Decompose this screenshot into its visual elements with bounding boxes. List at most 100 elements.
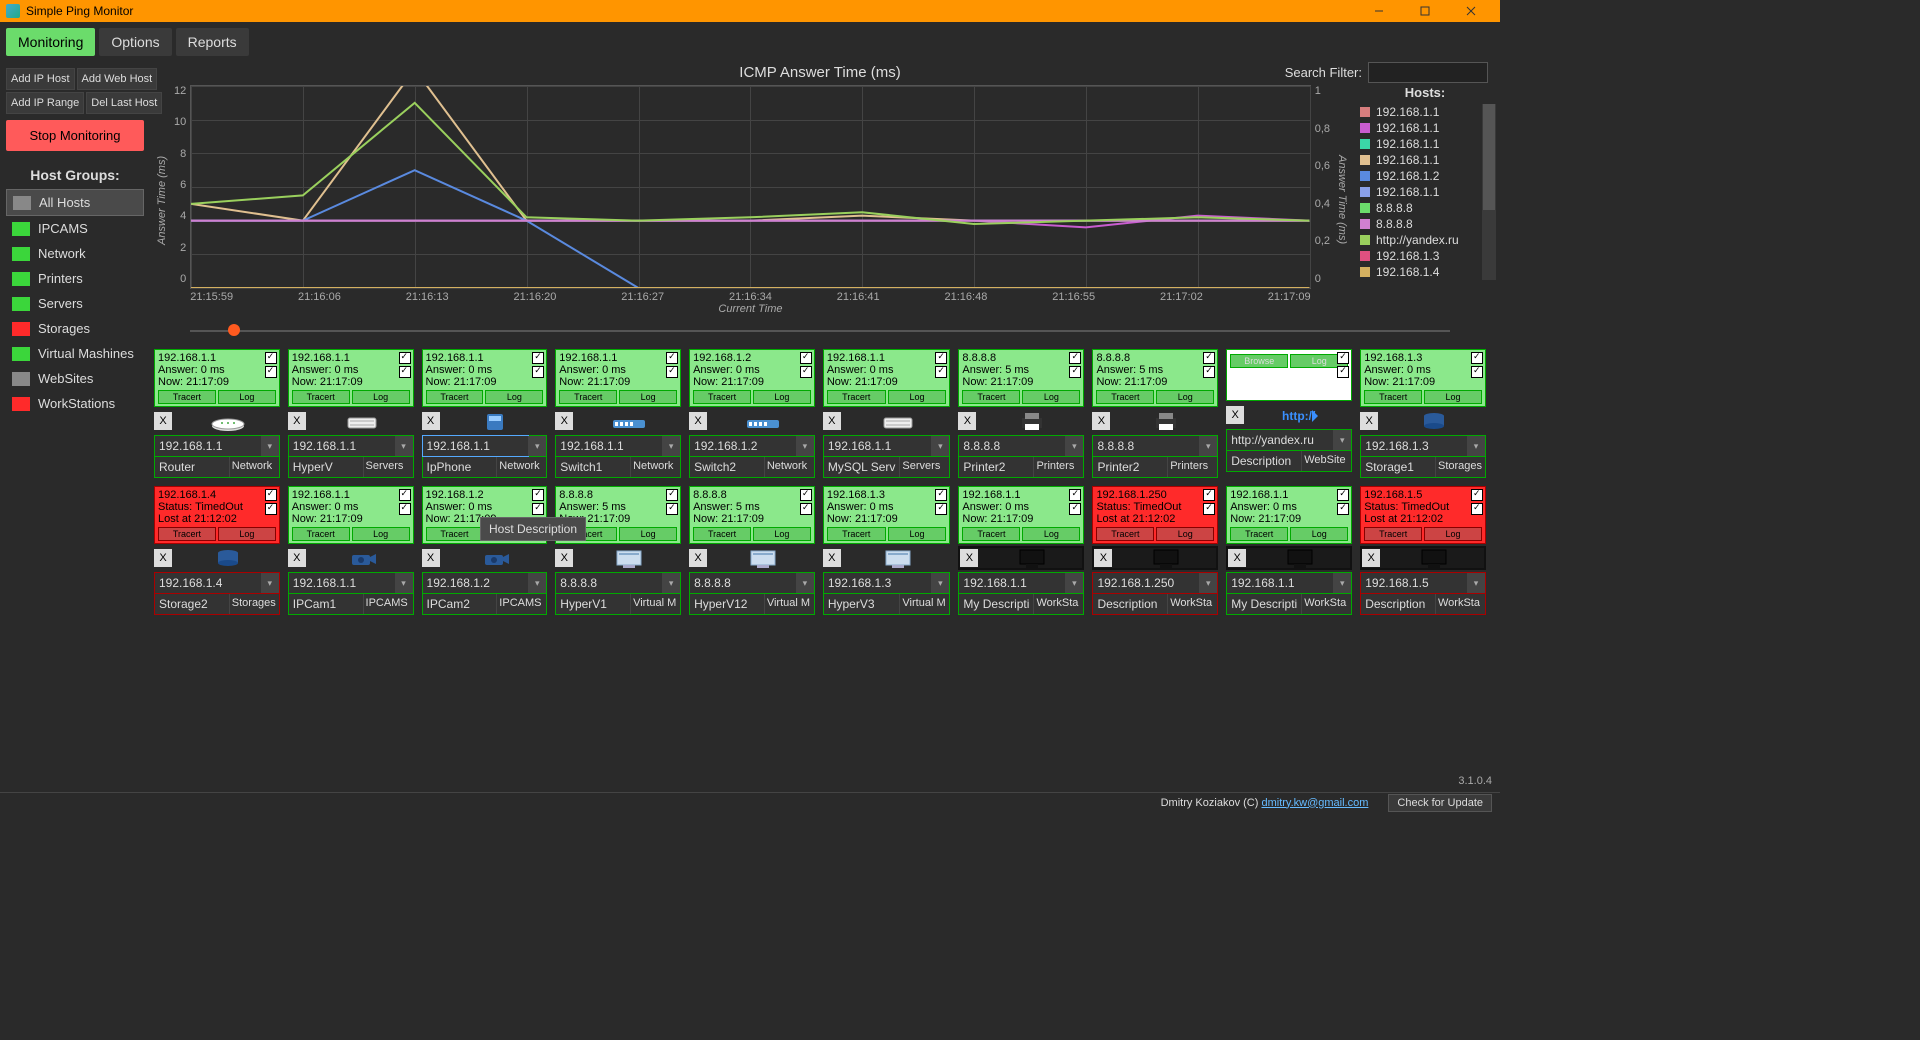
host-group[interactable]: Network <box>496 457 546 477</box>
host-check-2[interactable] <box>265 366 277 378</box>
host-description[interactable]: Storage2 <box>155 594 229 614</box>
group-item-printers[interactable]: Printers <box>6 266 144 291</box>
host-ip-dropdown[interactable] <box>1333 430 1351 450</box>
host-remove-button[interactable]: X <box>1228 549 1246 567</box>
tracert-button[interactable]: Tracert <box>158 390 216 404</box>
legend-item[interactable]: 192.168.1.1 <box>1360 152 1490 168</box>
host-description[interactable]: Description <box>1361 594 1435 614</box>
host-ip-dropdown[interactable] <box>1065 436 1083 456</box>
host-check-2[interactable] <box>800 366 812 378</box>
host-group[interactable]: WorkSta <box>1301 594 1351 614</box>
host-group[interactable]: Virtual M <box>630 594 680 614</box>
log-button[interactable]: Log <box>1156 390 1214 404</box>
host-remove-button[interactable]: X <box>1362 549 1380 567</box>
host-description[interactable]: Switch1 <box>556 457 630 477</box>
tracert-button[interactable]: Tracert <box>426 527 484 541</box>
legend-item[interactable]: 192.168.1.2 <box>1360 168 1490 184</box>
host-group[interactable]: Storages <box>229 594 279 614</box>
host-ip-input[interactable]: 192.168.1.1 <box>824 436 932 456</box>
host-description[interactable]: Switch2 <box>690 457 764 477</box>
log-button[interactable]: Log <box>619 390 677 404</box>
host-description[interactable]: My Descripti <box>959 594 1033 614</box>
host-ip-dropdown[interactable] <box>1333 573 1351 593</box>
legend-item[interactable]: 192.168.1.1 <box>1360 120 1490 136</box>
host-check-1[interactable] <box>1337 352 1349 364</box>
tracert-button[interactable]: Tracert <box>1096 527 1154 541</box>
host-check-2[interactable] <box>265 503 277 515</box>
add-web-host-button[interactable]: Add Web Host <box>77 68 158 90</box>
log-button[interactable]: Log <box>753 390 811 404</box>
host-group[interactable]: WorkSta <box>1435 594 1485 614</box>
log-button[interactable]: Log <box>352 527 410 541</box>
host-check-1[interactable] <box>265 489 277 501</box>
host-check-1[interactable] <box>1069 352 1081 364</box>
host-remove-button[interactable]: X <box>154 549 172 567</box>
host-group[interactable]: Servers <box>899 457 949 477</box>
host-ip-input[interactable]: 192.168.1.2 <box>690 436 796 456</box>
host-ip-dropdown[interactable] <box>528 436 546 456</box>
host-check-2[interactable] <box>666 503 678 515</box>
log-button[interactable]: Log <box>1022 390 1080 404</box>
host-description[interactable]: HyperV <box>289 457 363 477</box>
host-check-1[interactable] <box>532 489 544 501</box>
host-ip-dropdown[interactable] <box>261 573 279 593</box>
host-remove-button[interactable]: X <box>154 412 172 430</box>
add-ip-range-button[interactable]: Add IP Range <box>6 92 84 114</box>
legend-item[interactable]: 192.168.1.1 <box>1360 104 1490 120</box>
host-group[interactable]: Storages <box>1435 457 1485 477</box>
host-ip-input[interactable]: 8.8.8.8 <box>1093 436 1199 456</box>
tab-monitoring[interactable]: Monitoring <box>6 28 95 56</box>
tracert-button[interactable]: Tracert <box>827 527 886 541</box>
host-description[interactable]: IPCam2 <box>423 594 497 614</box>
check-update-button[interactable]: Check for Update <box>1388 794 1492 812</box>
host-check-2[interactable] <box>1069 366 1081 378</box>
host-ip-dropdown[interactable] <box>1065 573 1083 593</box>
host-group[interactable]: IPCAMS <box>496 594 546 614</box>
host-ip-input[interactable]: 192.168.1.3 <box>824 573 932 593</box>
log-button[interactable]: Log <box>218 390 276 404</box>
host-check-2[interactable] <box>399 503 411 515</box>
host-remove-button[interactable]: X <box>823 412 841 430</box>
host-ip-dropdown[interactable] <box>1199 436 1217 456</box>
minimize-button[interactable] <box>1356 0 1402 22</box>
host-check-1[interactable] <box>1203 352 1215 364</box>
host-ip-input[interactable]: 192.168.1.1 <box>959 573 1065 593</box>
host-group[interactable]: Printers <box>1167 457 1217 477</box>
tracert-button[interactable]: Tracert <box>827 390 886 404</box>
host-group[interactable]: WebSite <box>1301 451 1351 471</box>
log-button[interactable]: Log <box>888 390 947 404</box>
log-button[interactable]: Log <box>1022 527 1080 541</box>
tracert-button[interactable]: Tracert <box>1096 390 1154 404</box>
maximize-button[interactable] <box>1402 0 1448 22</box>
host-check-1[interactable] <box>265 352 277 364</box>
host-group[interactable]: Virtual M <box>764 594 814 614</box>
host-check-2[interactable] <box>1471 503 1483 515</box>
host-group[interactable]: Virtual M <box>899 594 949 614</box>
host-ip-input[interactable]: 8.8.8.8 <box>556 573 662 593</box>
host-check-2[interactable] <box>935 366 947 378</box>
log-button[interactable]: Log <box>753 527 811 541</box>
host-ip-dropdown[interactable] <box>395 573 413 593</box>
legend-item[interactable]: http://yandex.ru <box>1360 232 1490 248</box>
group-item-workstations[interactable]: WorkStations <box>6 391 144 416</box>
host-check-1[interactable] <box>399 489 411 501</box>
legend-item[interactable]: 8.8.8.8 <box>1360 200 1490 216</box>
group-item-ipcams[interactable]: IPCAMS <box>6 216 144 241</box>
host-group[interactable]: Network <box>229 457 279 477</box>
tab-reports[interactable]: Reports <box>176 28 249 56</box>
host-check-2[interactable] <box>935 503 947 515</box>
group-item-network[interactable]: Network <box>6 241 144 266</box>
log-button[interactable]: Log <box>485 390 543 404</box>
host-group[interactable]: Printers <box>1033 457 1083 477</box>
host-remove-button[interactable]: X <box>1226 406 1244 424</box>
legend-item[interactable]: 192.168.1.1 <box>1360 136 1490 152</box>
host-remove-button[interactable]: X <box>1092 412 1110 430</box>
host-description[interactable]: MySQL Serv <box>824 457 900 477</box>
group-item-all-hosts[interactable]: All Hosts <box>6 189 144 216</box>
host-remove-button[interactable]: X <box>689 549 707 567</box>
host-description[interactable]: IPCam1 <box>289 594 363 614</box>
tracert-button[interactable]: Tracert <box>962 390 1020 404</box>
tab-options[interactable]: Options <box>99 28 171 56</box>
host-check-1[interactable] <box>399 352 411 364</box>
tracert-button[interactable]: Tracert <box>693 527 751 541</box>
